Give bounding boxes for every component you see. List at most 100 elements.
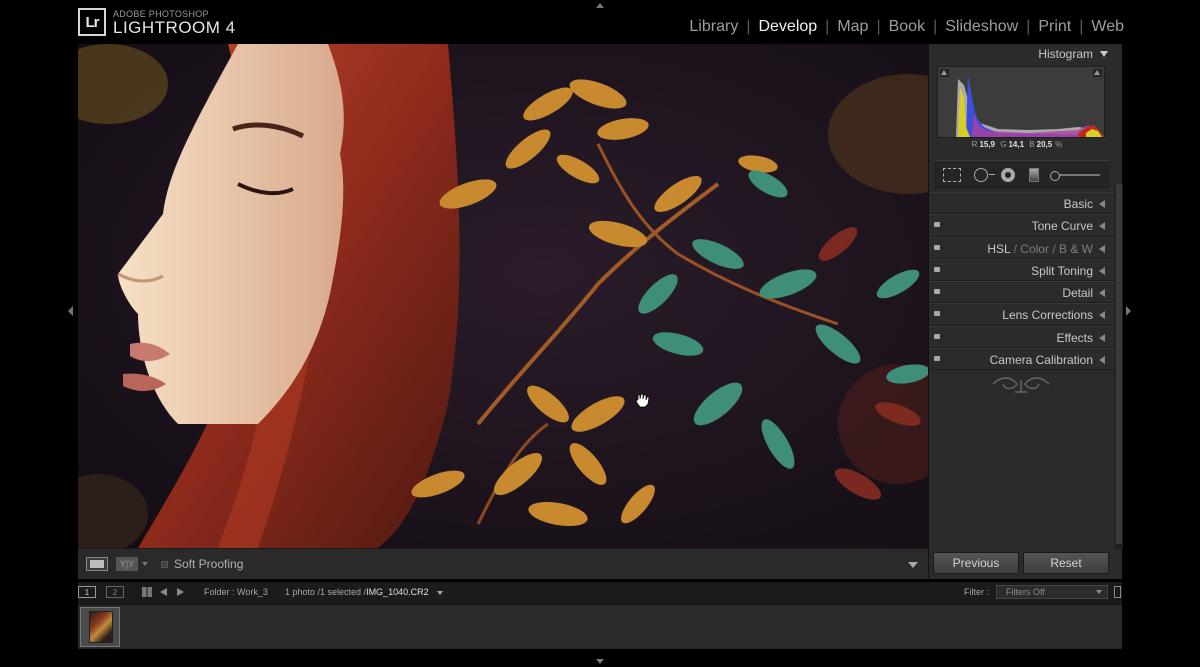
panel-effects[interactable]: Effects (929, 325, 1115, 349)
panel-split-toning-label: Split Toning (1031, 263, 1093, 278)
module-library[interactable]: Library (681, 18, 746, 36)
histogram (937, 66, 1105, 138)
filmstrip-bar: 1 2 Folder : Work_3 1 photo /1 selected … (78, 582, 1122, 604)
panel-hsl-label: HSL / Color / B & W (987, 242, 1093, 256)
bottom-panel-toggle-icon[interactable] (596, 659, 604, 664)
shadow-clipping-icon[interactable] (940, 69, 949, 77)
top-panel-toggle-icon[interactable] (596, 3, 604, 8)
panel-lens-corrections[interactable]: Lens Corrections (929, 303, 1115, 326)
crop-icon[interactable] (943, 168, 961, 182)
panel-basic-label: Basic (1063, 197, 1093, 211)
highlight-clipping-icon[interactable] (1093, 69, 1102, 77)
panel-detail[interactable]: Detail (929, 281, 1115, 304)
thumbnail-image (89, 611, 113, 643)
module-book[interactable]: Book (881, 18, 933, 36)
develop-toolbar: Y|Y Soft Proofing (78, 548, 928, 579)
panel-expand-icon[interactable] (1099, 289, 1105, 298)
selection-info[interactable]: 1 photo /1 selected /IMG_1040.CR2 (285, 587, 429, 597)
toolbar-options-icon[interactable] (908, 562, 918, 568)
right-panel-toggle-icon[interactable] (1126, 306, 1131, 316)
panel-expand-icon[interactable] (1099, 222, 1105, 231)
grid-view-icon[interactable] (142, 587, 152, 597)
secondary-window-button[interactable]: 2 (106, 586, 124, 598)
b-value: 20,5 (1036, 140, 1053, 149)
loupe-view-button[interactable] (86, 557, 108, 571)
histogram-collapse-icon[interactable] (1100, 51, 1108, 57)
adjustment-brush-icon[interactable] (1050, 171, 1100, 181)
panel-expand-icon[interactable] (1099, 311, 1105, 320)
panel-switch-icon[interactable] (934, 266, 940, 272)
panel-switch-icon[interactable] (934, 244, 940, 250)
panel-tone-curve-label: Tone Curve (1031, 219, 1093, 234)
panel-basic[interactable]: Basic (929, 192, 1115, 215)
filmstrip (78, 604, 1122, 648)
filmstrip-bottom-edge (78, 648, 1122, 656)
panel-expand-icon[interactable] (1099, 244, 1105, 253)
main-window-button[interactable]: 1 (78, 586, 96, 598)
module-slideshow[interactable]: Slideshow (937, 18, 1026, 36)
r-label: R (971, 140, 978, 149)
previous-button[interactable]: Previous (933, 552, 1019, 574)
spot-removal-icon[interactable] (974, 168, 988, 182)
right-panel: Histogram R 15,9 G 14,1 B 20,5% Basic To… (928, 44, 1123, 579)
panel-end-ornament-icon (989, 374, 1053, 396)
rgb-unit: % (1055, 140, 1063, 149)
r-value: 15,9 (979, 140, 996, 149)
panel-tone-curve[interactable]: Tone Curve (929, 214, 1115, 237)
color-tab[interactable]: Color (1020, 242, 1049, 256)
module-web[interactable]: Web (1083, 18, 1124, 36)
brand-title: LIGHTROOM 4 (113, 18, 236, 37)
panel-hsl[interactable]: HSL / Color / B & W (929, 236, 1115, 259)
rgb-readout: R 15,9 G 14,1 B 20,5% (929, 140, 1105, 149)
graduated-filter-icon[interactable] (1029, 168, 1039, 182)
photo-preview[interactable] (78, 44, 928, 548)
panel-expand-icon[interactable] (1099, 200, 1105, 208)
bw-tab[interactable]: B & W (1059, 242, 1093, 256)
panel-scroll-thumb[interactable] (1116, 184, 1122, 544)
g-value: 14,1 (1008, 140, 1025, 149)
panel-lens-corrections-label: Lens Corrections (1002, 308, 1093, 323)
module-print[interactable]: Print (1030, 18, 1079, 36)
histogram-header[interactable]: Histogram (929, 44, 1115, 64)
lightroom-logo: Lr (78, 8, 106, 36)
panel-camera-calibration[interactable]: Camera Calibration (929, 348, 1115, 371)
panel-switch-icon[interactable] (934, 333, 940, 339)
module-develop[interactable]: Develop (750, 18, 825, 36)
selection-count: 1 photo /1 selected / (285, 587, 367, 597)
folder-source[interactable]: Folder : Work_3 (204, 587, 268, 597)
selected-filename: IMG_1040.CR2 (366, 587, 429, 597)
module-map[interactable]: Map (829, 18, 876, 36)
module-picker: Library | Develop | Map | Book | Slidesh… (681, 18, 1124, 36)
left-panel-toggle-icon[interactable] (68, 306, 73, 316)
panel-camera-calibration-label: Camera Calibration (989, 353, 1093, 368)
forward-arrow-icon[interactable] (177, 588, 184, 596)
filter-label: Filter : (964, 587, 990, 597)
panel-expand-icon[interactable] (1099, 333, 1105, 342)
before-after-menu-icon[interactable] (142, 562, 148, 566)
top-bar: Lr ADOBE PHOTOSHOP LIGHTROOM 4 Library |… (0, 0, 1200, 44)
panel-switch-icon[interactable] (934, 222, 940, 228)
panel-switch-icon[interactable] (934, 311, 940, 317)
filename-menu-icon[interactable] (437, 591, 443, 595)
panel-effects-label: Effects (1056, 330, 1093, 345)
panel-expand-icon[interactable] (1099, 266, 1105, 275)
hsl-separator: / (1052, 241, 1059, 256)
back-arrow-icon[interactable] (160, 588, 167, 596)
panel-expand-icon[interactable] (1099, 356, 1105, 365)
photo-image (78, 44, 928, 548)
soft-proofing-label: Soft Proofing (174, 557, 244, 571)
panel-switch-icon[interactable] (934, 289, 940, 295)
tool-strip (934, 160, 1110, 188)
soft-proofing-checkbox[interactable] (161, 561, 168, 568)
panel-detail-label: Detail (1062, 286, 1093, 301)
reset-button[interactable]: Reset (1023, 552, 1109, 574)
panel-switch-icon[interactable] (934, 356, 940, 362)
filter-lock-icon[interactable] (1114, 586, 1121, 598)
hsl-tab[interactable]: HSL (987, 242, 1010, 256)
panel-split-toning[interactable]: Split Toning (929, 258, 1115, 282)
filmstrip-thumbnail[interactable] (80, 607, 120, 647)
before-after-button[interactable]: Y|Y (116, 557, 138, 571)
b-label: B (1029, 140, 1035, 149)
filter-select[interactable]: Filters Off (996, 585, 1108, 599)
red-eye-icon[interactable] (1001, 168, 1015, 182)
